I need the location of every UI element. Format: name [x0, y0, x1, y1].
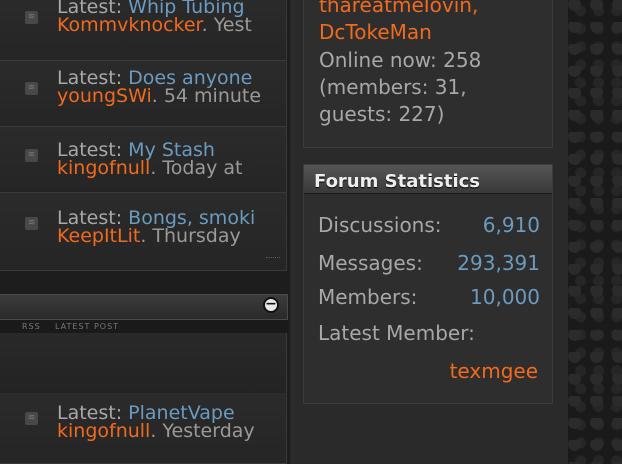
stat-messages: Messages: 293,391	[318, 251, 540, 275]
rss-icon[interactable]: ≋	[25, 82, 38, 95]
latest-user-link[interactable]: kingofnull	[57, 157, 150, 179]
forum-statistics-title: Forum Statistics	[314, 171, 481, 192]
collapse-icon[interactable]: −	[263, 297, 279, 313]
background-pattern	[568, 0, 622, 464]
online-count: Online now: 258 (members: 31, guests: 22…	[319, 48, 482, 126]
forum-row: ≋ Latest: Whip Tubing Kommvknocker. Yest	[0, 0, 287, 61]
rss-icon[interactable]: ≋	[25, 217, 38, 230]
online-users-panel: thareatmeIovin, DcTokeMan Online now: 25…	[303, 0, 553, 148]
forum-statistics-panel: Forum Statistics Discussions: 6,910 Mess…	[303, 164, 553, 404]
forum-row: ≋ Latest: Bongs, smoki KeepItLit. Thursd…	[0, 193, 287, 271]
online-user-link[interactable]: thareatmeIovin,	[319, 0, 478, 19]
latest-member-link[interactable]: texmgee	[450, 359, 538, 383]
stat-discussions: Discussions: 6,910	[318, 213, 540, 237]
latest-byline: kingofnull. Today at	[57, 157, 243, 179]
column-headers: RSS LATEST POST	[0, 320, 288, 333]
online-user-list: thareatmeIovin, DcTokeMan	[319, 0, 478, 46]
latest-user-link[interactable]: Kommvknocker	[57, 14, 202, 36]
rss-icon[interactable]: ≋	[25, 149, 38, 162]
forum-statistics-header: Forum Statistics	[304, 165, 552, 194]
stat-latest-member: Latest Member:	[318, 321, 475, 345]
latest-byline: Kommvknocker. Yest	[57, 14, 252, 36]
latest-byline: kingofnull. Yesterday	[57, 420, 255, 442]
rss-column-header: RSS	[22, 322, 41, 331]
online-user-link[interactable]: DcTokeMan	[319, 19, 478, 46]
latest-user-link[interactable]: KeepItLit	[57, 225, 140, 247]
rss-icon[interactable]: ≋	[25, 11, 38, 24]
category-header[interactable]	[0, 294, 288, 320]
latest-user-link[interactable]: youngSWi	[57, 85, 152, 107]
stat-members: Members: 10,000	[318, 285, 540, 309]
forum-row: ≋ Latest: PlanetVape kingofnull. Yesterd…	[0, 393, 287, 464]
forum-row: ≋ Latest: My Stash kingofnull. Today at	[0, 127, 287, 193]
resize-grip[interactable]	[266, 257, 280, 266]
latest-byline: KeepItLit. Thursday	[57, 225, 241, 247]
forum-row: ≋ Latest: Does anyone youngSWi. 54 minut…	[0, 61, 287, 127]
rss-icon[interactable]: ≋	[25, 412, 38, 425]
latest-user-link[interactable]: kingofnull	[57, 420, 150, 442]
latest-post-column-header: LATEST POST	[55, 322, 120, 331]
latest-byline: youngSWi. 54 minute	[57, 85, 262, 107]
forum-list: ≋ Latest: Whip Tubing Kommvknocker. Yest…	[0, 0, 290, 464]
forum-row	[0, 333, 287, 393]
